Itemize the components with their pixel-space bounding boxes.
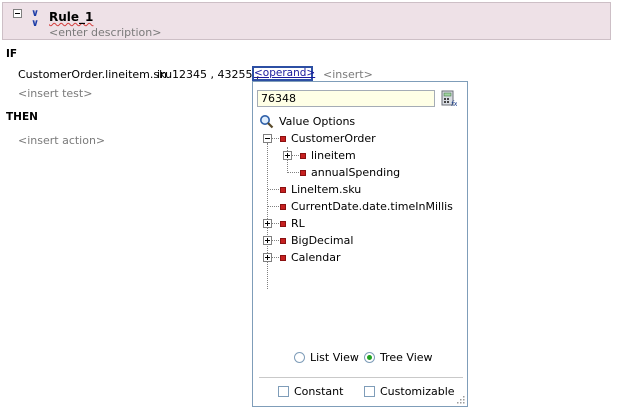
expand-icon[interactable] (263, 236, 272, 245)
rule-header: ∨ ∨ Rule_1 <enter description> (2, 2, 611, 40)
test-operator[interactable]: in (157, 68, 167, 81)
tree-item[interactable]: CurrentDate.date.timeInMillis (253, 198, 463, 215)
tree-item[interactable]: Calendar (253, 249, 453, 266)
expand-icon[interactable] (263, 219, 272, 228)
tree-item[interactable]: annualSpending (253, 164, 453, 181)
view-options: List View Tree View (253, 346, 467, 368)
tree-item[interactable]: lineitem (253, 147, 453, 164)
tree-item[interactable]: CustomerOrder (253, 130, 453, 147)
field-icon (280, 238, 286, 244)
tree-item[interactable]: RL (253, 215, 453, 232)
tree-item-label: annualSpending (311, 166, 401, 179)
customizable-checkbox[interactable] (364, 386, 375, 397)
collapse-icon[interactable] (263, 134, 272, 143)
svg-text:fx: fx (451, 100, 457, 107)
field-icon (280, 187, 286, 193)
field-icon (280, 204, 286, 210)
list-view-label[interactable]: List View (310, 351, 359, 364)
tree-item-label: RL (291, 217, 305, 230)
test-left-operand[interactable]: CustomerOrder.lineitem.sku (18, 68, 172, 81)
tree-item-label: BigDecimal (291, 234, 354, 247)
field-icon (300, 170, 306, 176)
then-keyword: THEN (6, 111, 38, 123)
resize-grip-icon[interactable] (455, 394, 465, 404)
rule-name[interactable]: Rule_1 (49, 10, 93, 24)
field-icon (280, 221, 286, 227)
tree-view-radio[interactable] (364, 352, 375, 363)
tree-item-label: lineitem (311, 149, 356, 162)
divider (259, 377, 463, 378)
test-values[interactable]: 12345 , 43255 , (172, 68, 259, 81)
constant-checkbox[interactable] (278, 386, 289, 397)
expand-icon[interactable] (283, 151, 292, 160)
expression-builder-icon[interactable]: fx (441, 90, 458, 108)
tree-item-label: Calendar (291, 251, 341, 264)
tree-item-label: LineItem.sku (291, 183, 362, 196)
constant-label[interactable]: Constant (294, 385, 343, 398)
value-input[interactable]: 76348 (257, 90, 435, 107)
field-icon (280, 255, 286, 261)
tree-item-label: CustomerOrder (291, 132, 376, 145)
field-icon (280, 136, 286, 142)
customizable-label[interactable]: Customizable (380, 385, 455, 398)
expand-icon[interactable] (263, 253, 272, 262)
operand-slot[interactable]: <operand> (252, 66, 315, 81)
value-options-label: Value Options (279, 115, 356, 128)
insert-link[interactable]: <insert> (323, 68, 373, 81)
rule-description[interactable]: <enter description> (49, 26, 161, 39)
tree-item[interactable]: LineItem.sku (253, 181, 453, 198)
collapse-icon[interactable] (13, 9, 22, 18)
tree-item-label: CurrentDate.date.timeInMillis (291, 200, 453, 213)
value-picker-popup: 76348 fx Value Options CustomerOrder lin… (252, 81, 468, 407)
chevron-down-icon[interactable]: ∨ ∨ (31, 9, 39, 29)
insert-action-link[interactable]: <insert action> (18, 134, 105, 147)
list-view-radio[interactable] (294, 352, 305, 363)
field-icon (300, 153, 306, 159)
tree-view-label[interactable]: Tree View (380, 351, 433, 364)
if-keyword: IF (6, 48, 18, 60)
insert-test-link[interactable]: <insert test> (18, 87, 92, 100)
tree-item[interactable]: BigDecimal (253, 232, 453, 249)
